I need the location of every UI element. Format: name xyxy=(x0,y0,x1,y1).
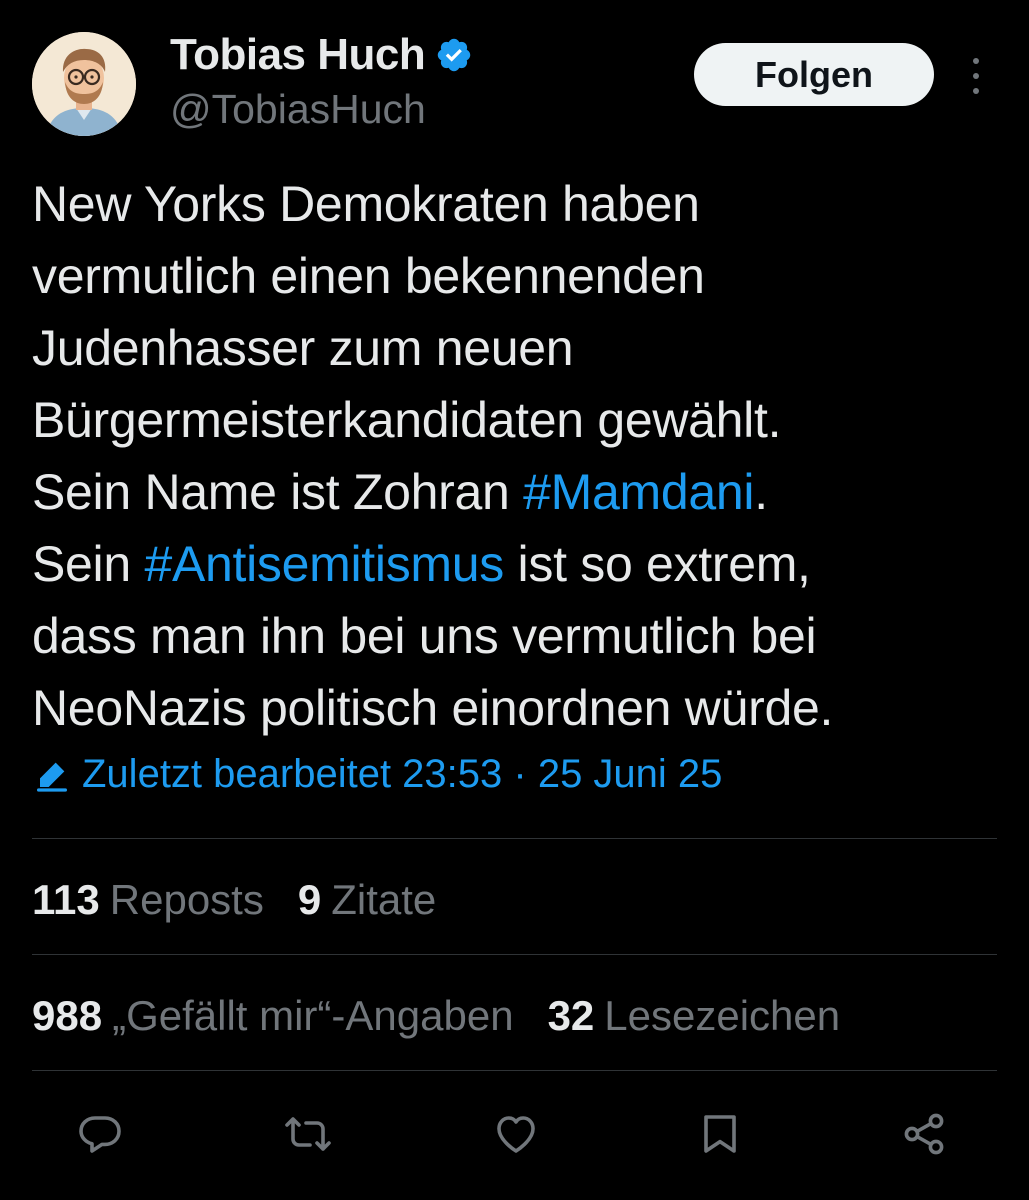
avatar[interactable] xyxy=(32,32,136,136)
reply-button[interactable] xyxy=(70,1104,130,1164)
tweet-text-segment: NeoNazis politisch einordnen würde. xyxy=(32,680,834,736)
hashtag-link[interactable]: #Mamdani xyxy=(523,464,754,520)
tweet-text-segment: Bürgermeisterkandidaten gewählt. xyxy=(32,392,782,448)
divider xyxy=(32,838,997,839)
repost-button[interactable] xyxy=(278,1104,338,1164)
tweet-text-segment: Judenhasser zum neuen xyxy=(32,320,574,376)
profile-avatar-icon xyxy=(32,32,136,136)
stats-row-reposts: 113 Reposts 9 Zitate xyxy=(32,876,470,924)
heart-icon xyxy=(497,1116,535,1153)
tweet-text-line: Sein Name ist Zohran #Mamdani. xyxy=(32,456,992,528)
tweet-text: New Yorks Demokraten haben vermutlich ein… xyxy=(32,168,992,744)
likes-count: 988 xyxy=(32,992,103,1039)
reposts-label: Reposts xyxy=(109,876,264,923)
reposts-count: 113 xyxy=(32,876,100,923)
tweet-text-segment: Sein Name ist Zohran xyxy=(32,464,524,520)
edited-link[interactable]: Zuletzt bearbeitet 23:53 · 25 Juni 25 xyxy=(32,752,722,797)
author-name-row: Tobias Huch xyxy=(170,28,473,82)
tweet-text-segment: vermutlich einen bekennenden xyxy=(32,248,705,304)
tweet-text-line: NeoNazis politisch einordnen würde. xyxy=(32,672,992,744)
tweet-text-segment: dass man ihn bei uns vermutlich bei xyxy=(32,608,817,664)
author-handle[interactable]: @TobiasHuch xyxy=(170,86,426,133)
more-dot xyxy=(973,58,979,64)
tweet-text-line: vermutlich einen bekennenden xyxy=(32,240,992,312)
bookmarks-label: Lesezeichen xyxy=(604,992,841,1039)
edited-label: Zuletzt bearbeitet 23:53 · 25 Juni 25 xyxy=(82,752,723,796)
bookmarks-stat[interactable]: 32 Lesezeichen xyxy=(548,992,841,1040)
stats-row-likes: 988 „Gefällt mir“-Angaben 32 Lesezeichen xyxy=(32,992,874,1040)
bookmarks-count: 32 xyxy=(547,992,595,1039)
share-icon xyxy=(904,1113,944,1155)
share-button[interactable] xyxy=(894,1104,954,1164)
reply-icon xyxy=(79,1116,121,1153)
tweet-text-line: Bürgermeisterkandidaten gewählt. xyxy=(32,384,992,456)
more-vertical-icon[interactable] xyxy=(962,56,990,96)
bookmark-button[interactable] xyxy=(690,1104,750,1164)
bookmark-icon xyxy=(704,1115,736,1153)
quotes-label: Zitate xyxy=(331,876,437,923)
divider xyxy=(32,954,997,955)
tweet-text-segment: . xyxy=(754,464,768,520)
more-dot xyxy=(973,73,979,79)
verified-badge-icon[interactable] xyxy=(435,36,473,74)
tweet-text-line: Sein #Antisemitismus ist so extrem, xyxy=(32,528,992,600)
repost-icon xyxy=(285,1117,331,1151)
reposts-stat[interactable]: 113 Reposts xyxy=(32,876,264,924)
tweet-text-line: Judenhasser zum neuen xyxy=(32,312,992,384)
tweet-text-segment: ist so extrem, xyxy=(503,536,811,592)
likes-label: „Gefällt mir“-Angaben xyxy=(112,992,514,1039)
tweet-text-line: New Yorks Demokraten haben xyxy=(32,168,992,240)
hashtag-link[interactable]: #Antisemitismus xyxy=(144,536,504,592)
quotes-count: 9 xyxy=(297,876,322,923)
likes-stat[interactable]: 988 „Gefällt mir“-Angaben xyxy=(32,992,514,1040)
quotes-stat[interactable]: 9 Zitate xyxy=(298,876,436,924)
pencil-icon xyxy=(37,762,67,792)
like-button[interactable] xyxy=(486,1104,546,1164)
tweet-text-line: dass man ihn bei uns vermutlich bei xyxy=(32,600,992,672)
author-display-name[interactable]: Tobias Huch xyxy=(170,30,426,80)
divider xyxy=(32,1070,997,1071)
tweet-text-segment: Sein xyxy=(32,536,145,592)
more-dot xyxy=(973,88,979,94)
action-bar xyxy=(0,1104,1029,1164)
tweet-text-segment: New Yorks Demokraten haben xyxy=(32,176,700,232)
follow-button[interactable]: Folgen xyxy=(694,43,934,106)
tweet-detail: Tobias Huch @TobiasHuch Folgen New Yorks… xyxy=(0,0,1029,1200)
